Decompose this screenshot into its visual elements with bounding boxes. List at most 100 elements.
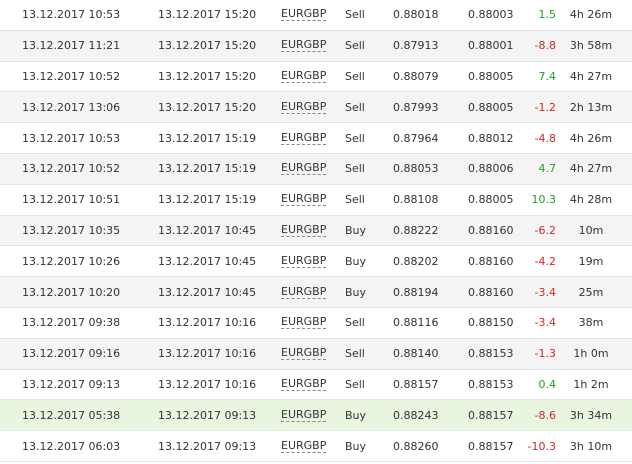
table-row: 13.12.2017 10:53 13.12.2017 15:20 EURGBP Se… (0, 0, 632, 31)
symbol-link[interactable]: EURGBP (281, 8, 327, 22)
open-time-cell: 13.12.2017 10:35 (22, 223, 121, 237)
symbol-cell: EURGBP (281, 0, 327, 30)
pips-cell: -4.8 (534, 131, 556, 145)
close-price-cell: 0.88153 (468, 377, 514, 391)
symbol-cell: EURGBP (281, 277, 327, 307)
duration-cell: 25m (578, 285, 604, 299)
table-row: 13.12.2017 09:13 13.12.2017 10:16 EURGBP Se… (0, 369, 632, 401)
duration-cell: 4h 26m (569, 131, 613, 145)
trade-type-cell: Sell (345, 162, 365, 176)
duration-cell: 4h 27m (569, 162, 613, 176)
open-price-cell: 0.88260 (393, 439, 439, 453)
symbol-link[interactable]: EURGBP (281, 69, 327, 83)
trade-type-cell: Sell (345, 131, 365, 145)
pips-cell: -1.2 (534, 100, 556, 114)
table-row: 13.12.2017 10:53 13.12.2017 15:19 EURGBP Se… (0, 123, 632, 154)
open-time-cell: 13.12.2017 09:16 (22, 347, 121, 361)
table-row: 13.12.2017 10:35 13.12.2017 10:45 EURGBP Bu… (0, 215, 632, 247)
table-row: 13.12.2017 10:26 13.12.2017 10:45 EURGBP Bu… (0, 246, 632, 278)
trade-type-cell: Sell (345, 377, 365, 391)
close-time-cell: 13.12.2017 10:45 (158, 285, 257, 299)
duration-cell: 19m (578, 254, 604, 268)
symbol-link[interactable]: EURGBP (281, 223, 327, 237)
open-price-cell: 0.88243 (393, 408, 439, 422)
open-price-cell: 0.87993 (393, 100, 439, 114)
trade-type-cell: Sell (345, 193, 365, 207)
symbol-link[interactable]: EURGBP (281, 285, 327, 299)
trade-type-cell: Buy (345, 223, 367, 237)
close-time-cell: 13.12.2017 10:45 (158, 223, 257, 237)
pips-cell: -3.4 (534, 285, 556, 299)
table-row: 13.12.2017 05:38 13.12.2017 09:13 EURGBP Bu… (0, 400, 632, 432)
open-time-cell: 13.12.2017 11:21 (22, 39, 121, 53)
symbol-cell: EURGBP (281, 339, 327, 369)
symbol-link[interactable]: EURGBP (281, 439, 327, 453)
symbol-link[interactable]: EURGBP (281, 347, 327, 361)
table-row: 13.12.2017 13:06 13.12.2017 15:20 EURGBP Se… (0, 92, 632, 124)
trade-type-cell: Sell (345, 347, 365, 361)
pips-cell: 1.5 (538, 8, 557, 22)
symbol-cell: EURGBP (281, 185, 327, 215)
symbol-cell: EURGBP (281, 154, 327, 184)
pips-cell: -3.4 (534, 316, 556, 330)
symbol-link[interactable]: EURGBP (281, 408, 327, 422)
pips-cell: 4.7 (538, 162, 557, 176)
symbol-cell: EURGBP (281, 431, 327, 461)
symbol-link[interactable]: EURGBP (281, 39, 327, 53)
symbol-link[interactable]: EURGBP (281, 100, 327, 114)
close-time-cell: 13.12.2017 15:19 (158, 193, 257, 207)
close-price-cell: 0.88150 (468, 316, 514, 330)
close-price-cell: 0.88157 (468, 439, 514, 453)
close-time-cell: 13.12.2017 15:19 (158, 162, 257, 176)
table-row: 13.12.2017 10:52 13.12.2017 15:19 EURGBP Se… (0, 153, 632, 185)
duration-cell: 38m (578, 316, 604, 330)
symbol-cell: EURGBP (281, 400, 327, 430)
symbol-link[interactable]: EURGBP (281, 377, 327, 391)
trade-type-cell: Sell (345, 8, 365, 22)
symbol-link[interactable]: EURGBP (281, 316, 327, 330)
symbol-cell: EURGBP (281, 123, 327, 153)
symbol-cell: EURGBP (281, 92, 327, 122)
table-row: 13.12.2017 09:16 13.12.2017 10:16 EURGBP Se… (0, 338, 632, 370)
close-price-cell: 0.88012 (468, 131, 514, 145)
close-time-cell: 13.12.2017 09:13 (158, 408, 257, 422)
symbol-link[interactable]: EURGBP (281, 162, 327, 176)
trade-type-cell: Sell (345, 316, 365, 330)
trade-type-cell: Sell (345, 100, 365, 114)
open-time-cell: 13.12.2017 10:52 (22, 69, 121, 83)
duration-cell: 1h 2m (573, 377, 609, 391)
trade-type-cell: Buy (345, 408, 367, 422)
trade-type-cell: Sell (345, 69, 365, 83)
close-time-cell: 13.12.2017 15:20 (158, 39, 257, 53)
symbol-link[interactable]: EURGBP (281, 193, 327, 207)
duration-cell: 10m (578, 223, 604, 237)
symbol-link[interactable]: EURGBP (281, 254, 327, 268)
duration-cell: 2h 13m (569, 100, 613, 114)
open-price-cell: 0.87964 (393, 131, 439, 145)
close-time-cell: 13.12.2017 15:19 (158, 131, 257, 145)
close-time-cell: 13.12.2017 15:20 (158, 8, 257, 22)
close-price-cell: 0.88006 (468, 162, 514, 176)
open-price-cell: 0.88018 (393, 8, 439, 22)
trade-type-cell: Buy (345, 439, 367, 453)
close-price-cell: 0.88160 (468, 254, 514, 268)
open-time-cell: 13.12.2017 09:13 (22, 377, 121, 391)
open-price-cell: 0.88157 (393, 377, 439, 391)
table-row: 13.12.2017 10:20 13.12.2017 10:45 EURGBP Bu… (0, 277, 632, 308)
close-time-cell: 13.12.2017 15:20 (158, 100, 257, 114)
open-time-cell: 13.12.2017 10:53 (22, 131, 121, 145)
symbol-link[interactable]: EURGBP (281, 131, 327, 145)
open-price-cell: 0.88202 (393, 254, 439, 268)
open-price-cell: 0.88079 (393, 69, 439, 83)
open-time-cell: 13.12.2017 10:20 (22, 285, 121, 299)
trade-history-table: 13.12.2017 10:53 13.12.2017 15:20 EURGBP Se… (0, 0, 632, 462)
table-row: 13.12.2017 09:38 13.12.2017 10:16 EURGBP Se… (0, 307, 632, 339)
close-price-cell: 0.88153 (468, 347, 514, 361)
open-time-cell: 13.12.2017 13:06 (22, 100, 121, 114)
close-price-cell: 0.88160 (468, 223, 514, 237)
duration-cell: 3h 58m (569, 39, 613, 53)
pips-cell: -4.2 (534, 254, 556, 268)
open-price-cell: 0.88222 (393, 223, 439, 237)
symbol-cell: EURGBP (281, 370, 327, 400)
open-time-cell: 13.12.2017 09:38 (22, 316, 121, 330)
